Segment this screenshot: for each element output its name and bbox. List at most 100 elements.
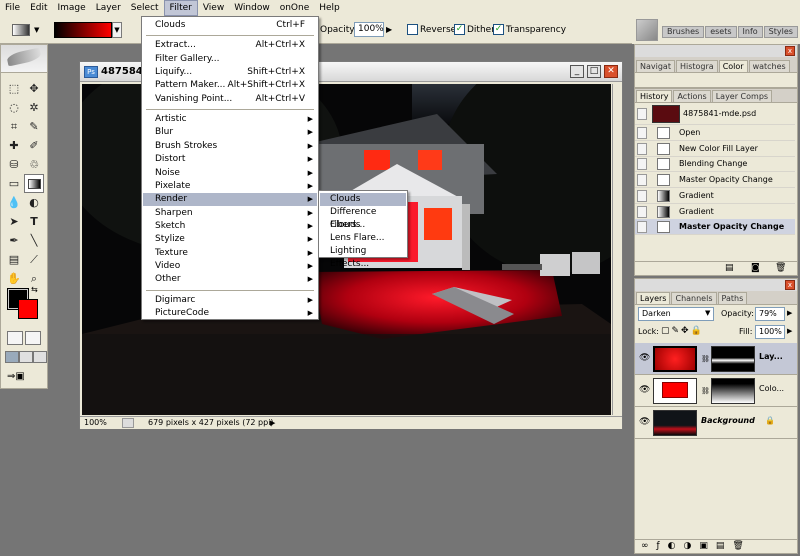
close-button[interactable]: ✕ (604, 65, 618, 78)
gradient-tool-icon[interactable] (24, 174, 44, 193)
path-selection-tool-icon[interactable]: ➤ (4, 212, 24, 231)
opacity-arrow-icon[interactable]: ▶ (787, 309, 792, 317)
filter-menu-item[interactable]: Liquify... Shift+Ctrl+X (143, 66, 317, 79)
history-state[interactable]: Gradient (635, 204, 795, 220)
history-state[interactable]: Master Opacity Change (635, 219, 795, 236)
filter-menu-item[interactable]: Pixelate ▶ (143, 180, 317, 193)
dodge-tool-icon[interactable]: ◐ (24, 193, 44, 212)
menu-image[interactable]: Image (53, 0, 91, 16)
chain-icon[interactable]: ⛓ (701, 387, 710, 395)
tab-brushes[interactable]: Brushes (662, 26, 705, 38)
background-color-swatch[interactable] (18, 299, 38, 319)
filter-menu-item[interactable]: Vanishing Point... Alt+Ctrl+V (143, 93, 317, 106)
tab-color[interactable]: Color (718, 60, 748, 72)
healing-brush-tool-icon[interactable]: ✚ (4, 136, 24, 155)
lock-icons[interactable]: ▢✎✥🔒 (661, 326, 704, 336)
pen-tool-icon[interactable]: ✒ (4, 231, 24, 250)
filter-menu-item[interactable]: Blur ▶ (143, 126, 317, 139)
hand-tool-icon[interactable]: ✋ (4, 269, 24, 288)
screen-mode-full-icon[interactable] (33, 351, 47, 363)
move-tool-icon[interactable]: ✥ (24, 79, 44, 98)
filter-menu-item[interactable]: Video ▶ (143, 260, 317, 273)
menu-file[interactable]: File (0, 0, 25, 16)
opacity-input[interactable]: 100% (354, 22, 384, 37)
close-icon[interactable]: x (785, 280, 795, 290)
layer-row[interactable]: 👁 Background 🔒 (635, 407, 797, 439)
tab-presets[interactable]: esets (705, 26, 737, 38)
status-menu-arrow-icon[interactable]: ▶ (270, 417, 275, 429)
menu-view[interactable]: View (198, 0, 229, 16)
blur-tool-icon[interactable]: 💧 (4, 193, 24, 212)
workspace-icon[interactable] (636, 19, 658, 41)
transparency-checkbox[interactable]: ✓ (493, 24, 504, 35)
layer-row[interactable]: 👁 ⛓ Lay... (635, 343, 797, 375)
render-submenu-item[interactable]: Difference Clouds (320, 206, 406, 230)
crop-tool-icon[interactable]: ⌗ (4, 117, 24, 136)
status-icon[interactable] (122, 418, 134, 428)
history-state[interactable]: Blending Change (635, 156, 795, 173)
blend-mode-select[interactable]: Darken (638, 307, 714, 321)
swap-colors-icon[interactable]: ⇆ (31, 285, 38, 294)
history-source-checkbox[interactable] (637, 189, 647, 202)
tab-layers[interactable]: Layers (636, 292, 671, 304)
eye-icon[interactable]: 👁 (639, 417, 651, 427)
history-source-checkbox[interactable] (637, 221, 647, 234)
render-submenu-item[interactable]: Lens Flare... (320, 232, 406, 245)
slice-tool-icon[interactable]: ✎ (24, 117, 44, 136)
layer-opacity-input[interactable]: 79% (755, 307, 785, 321)
vertical-scrollbar[interactable] (612, 84, 622, 415)
dither-checkbox[interactable]: ✓ (454, 24, 465, 35)
fill-input[interactable]: 100% (755, 325, 785, 339)
tab-layer-comps[interactable]: Layer Comps (711, 90, 773, 102)
menu-help[interactable]: Help (314, 0, 345, 16)
notes-tool-icon[interactable]: ▤ (4, 250, 24, 269)
lasso-tool-icon[interactable]: ◌ (4, 98, 24, 117)
line-tool-icon[interactable]: ╲ (24, 231, 44, 250)
history-source-checkbox[interactable] (637, 127, 647, 139)
filter-menu-item[interactable]: Artistic ▶ (143, 113, 317, 126)
close-icon[interactable]: x (785, 46, 795, 56)
quick-mask-mode-icon[interactable] (25, 331, 41, 345)
fill-arrow-icon[interactable]: ▶ (787, 327, 792, 335)
filter-menu-item[interactable]: Texture ▶ (143, 247, 317, 260)
filter-menu-item[interactable]: Sketch ▶ (143, 220, 317, 233)
filter-menu-item[interactable]: Clouds Ctrl+F (143, 19, 317, 32)
menu-onone[interactable]: onOne (275, 0, 315, 16)
trash-icon[interactable]: 🗑 (775, 263, 786, 273)
filter-menu-item[interactable]: Digimarc ▶ (143, 294, 317, 307)
filter-menu-item[interactable]: Brush Strokes ▶ (143, 140, 317, 153)
history-state[interactable]: Open (635, 125, 795, 141)
chevron-down-icon[interactable]: ▼ (705, 309, 710, 317)
layer-footer-icons[interactable]: ∞ƒ◐◑▣▤🗑 (641, 541, 752, 551)
tab-histogram[interactable]: Histogra (675, 60, 718, 72)
menu-edit[interactable]: Edit (25, 0, 52, 16)
gradient-preview[interactable] (54, 22, 112, 38)
filter-menu-item[interactable]: Noise ▶ (143, 167, 317, 180)
history-state[interactable]: Gradient (635, 188, 795, 204)
history-source-checkbox[interactable] (637, 205, 647, 218)
type-tool-icon[interactable]: T (24, 212, 44, 231)
tab-swatches[interactable]: watches (748, 60, 790, 72)
render-submenu-item[interactable]: Clouds (320, 193, 406, 206)
eyedropper-tool-icon[interactable]: ⟋ (24, 250, 44, 269)
snapshot-source-icon[interactable] (637, 108, 647, 120)
minimize-button[interactable]: _ (570, 65, 584, 78)
filter-menu-item[interactable]: PictureCode ▶ (143, 307, 317, 320)
standard-mode-icon[interactable] (7, 331, 23, 345)
render-submenu-item[interactable]: Lighting Effects... (320, 245, 406, 269)
maximize-button[interactable]: □ (587, 65, 601, 78)
screen-mode-standard-icon[interactable] (5, 351, 19, 363)
tab-navigator[interactable]: Navigat (636, 60, 675, 72)
history-source-checkbox[interactable] (637, 158, 647, 171)
filter-menu-item[interactable]: Distort ▶ (143, 153, 317, 166)
filter-menu-item[interactable]: Pattern Maker... Alt+Shift+Ctrl+X (143, 79, 317, 92)
chain-icon[interactable]: ⛓ (701, 355, 710, 363)
marquee-tool-icon[interactable]: ⬚ (4, 79, 24, 98)
history-snapshot[interactable]: 4875841-mde.psd (635, 103, 795, 125)
reverse-checkbox[interactable] (407, 24, 418, 35)
render-submenu-item[interactable]: Fibers... (320, 219, 406, 232)
tab-channels[interactable]: Channels (671, 292, 717, 304)
history-state[interactable]: Master Opacity Change (635, 172, 795, 189)
filter-menu-item[interactable]: Filter Gallery... (143, 53, 317, 66)
opacity-arrow-icon[interactable]: ▶ (386, 25, 392, 34)
